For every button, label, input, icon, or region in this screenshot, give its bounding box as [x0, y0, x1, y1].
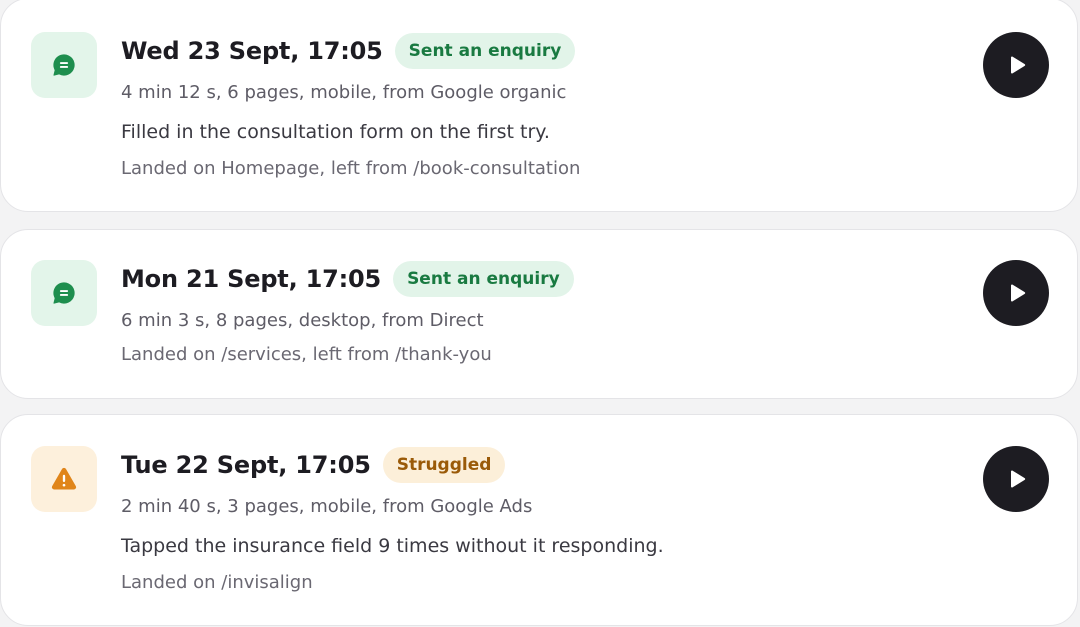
play-button[interactable] — [983, 260, 1049, 326]
warning-triangle-icon — [31, 446, 97, 512]
session-list: Wed 23 Sept, 17:05 Sent an enquiry 4 min… — [0, 0, 1080, 627]
play-button[interactable] — [983, 446, 1049, 512]
play-icon — [1011, 470, 1026, 488]
session-meta: 4 min 12 s, 6 pages, mobile, from Google… — [121, 82, 567, 103]
chat-bubble-icon — [31, 32, 97, 98]
session-path: Landed on Homepage, left from /book-cons… — [121, 158, 581, 179]
session-description: Filled in the consultation form on the f… — [121, 121, 550, 143]
play-icon — [1011, 284, 1026, 302]
status-badge: Sent an enquiry — [394, 33, 576, 69]
chat-bubble-icon — [31, 260, 97, 326]
session-title: Mon 21 Sept, 17:05 — [121, 265, 382, 293]
session-meta: 2 min 40 s, 3 pages, mobile, from Google… — [121, 496, 533, 517]
session-path: Landed on /invisalign — [121, 572, 313, 593]
status-badge: Sent an enquiry — [393, 261, 574, 297]
session-card[interactable]: Mon 21 Sept, 17:05 Sent an enquiry 6 min… — [0, 229, 1078, 399]
session-meta: 6 min 3 s, 8 pages, desktop, from Direct — [121, 310, 484, 331]
session-card[interactable]: Tue 22 Sept, 17:05 Struggled 2 min 40 s,… — [0, 414, 1078, 626]
status-badge: Struggled — [382, 447, 506, 483]
session-title: Tue 22 Sept, 17:05 — [121, 451, 371, 479]
session-card[interactable]: Wed 23 Sept, 17:05 Sent an enquiry 4 min… — [0, 0, 1078, 212]
session-path: Landed on /services, left from /thank-yo… — [121, 344, 492, 365]
session-description: Tapped the insurance field 9 times witho… — [121, 535, 664, 557]
play-icon — [1011, 56, 1026, 74]
session-title: Wed 23 Sept, 17:05 — [121, 37, 383, 65]
play-button[interactable] — [983, 32, 1049, 98]
